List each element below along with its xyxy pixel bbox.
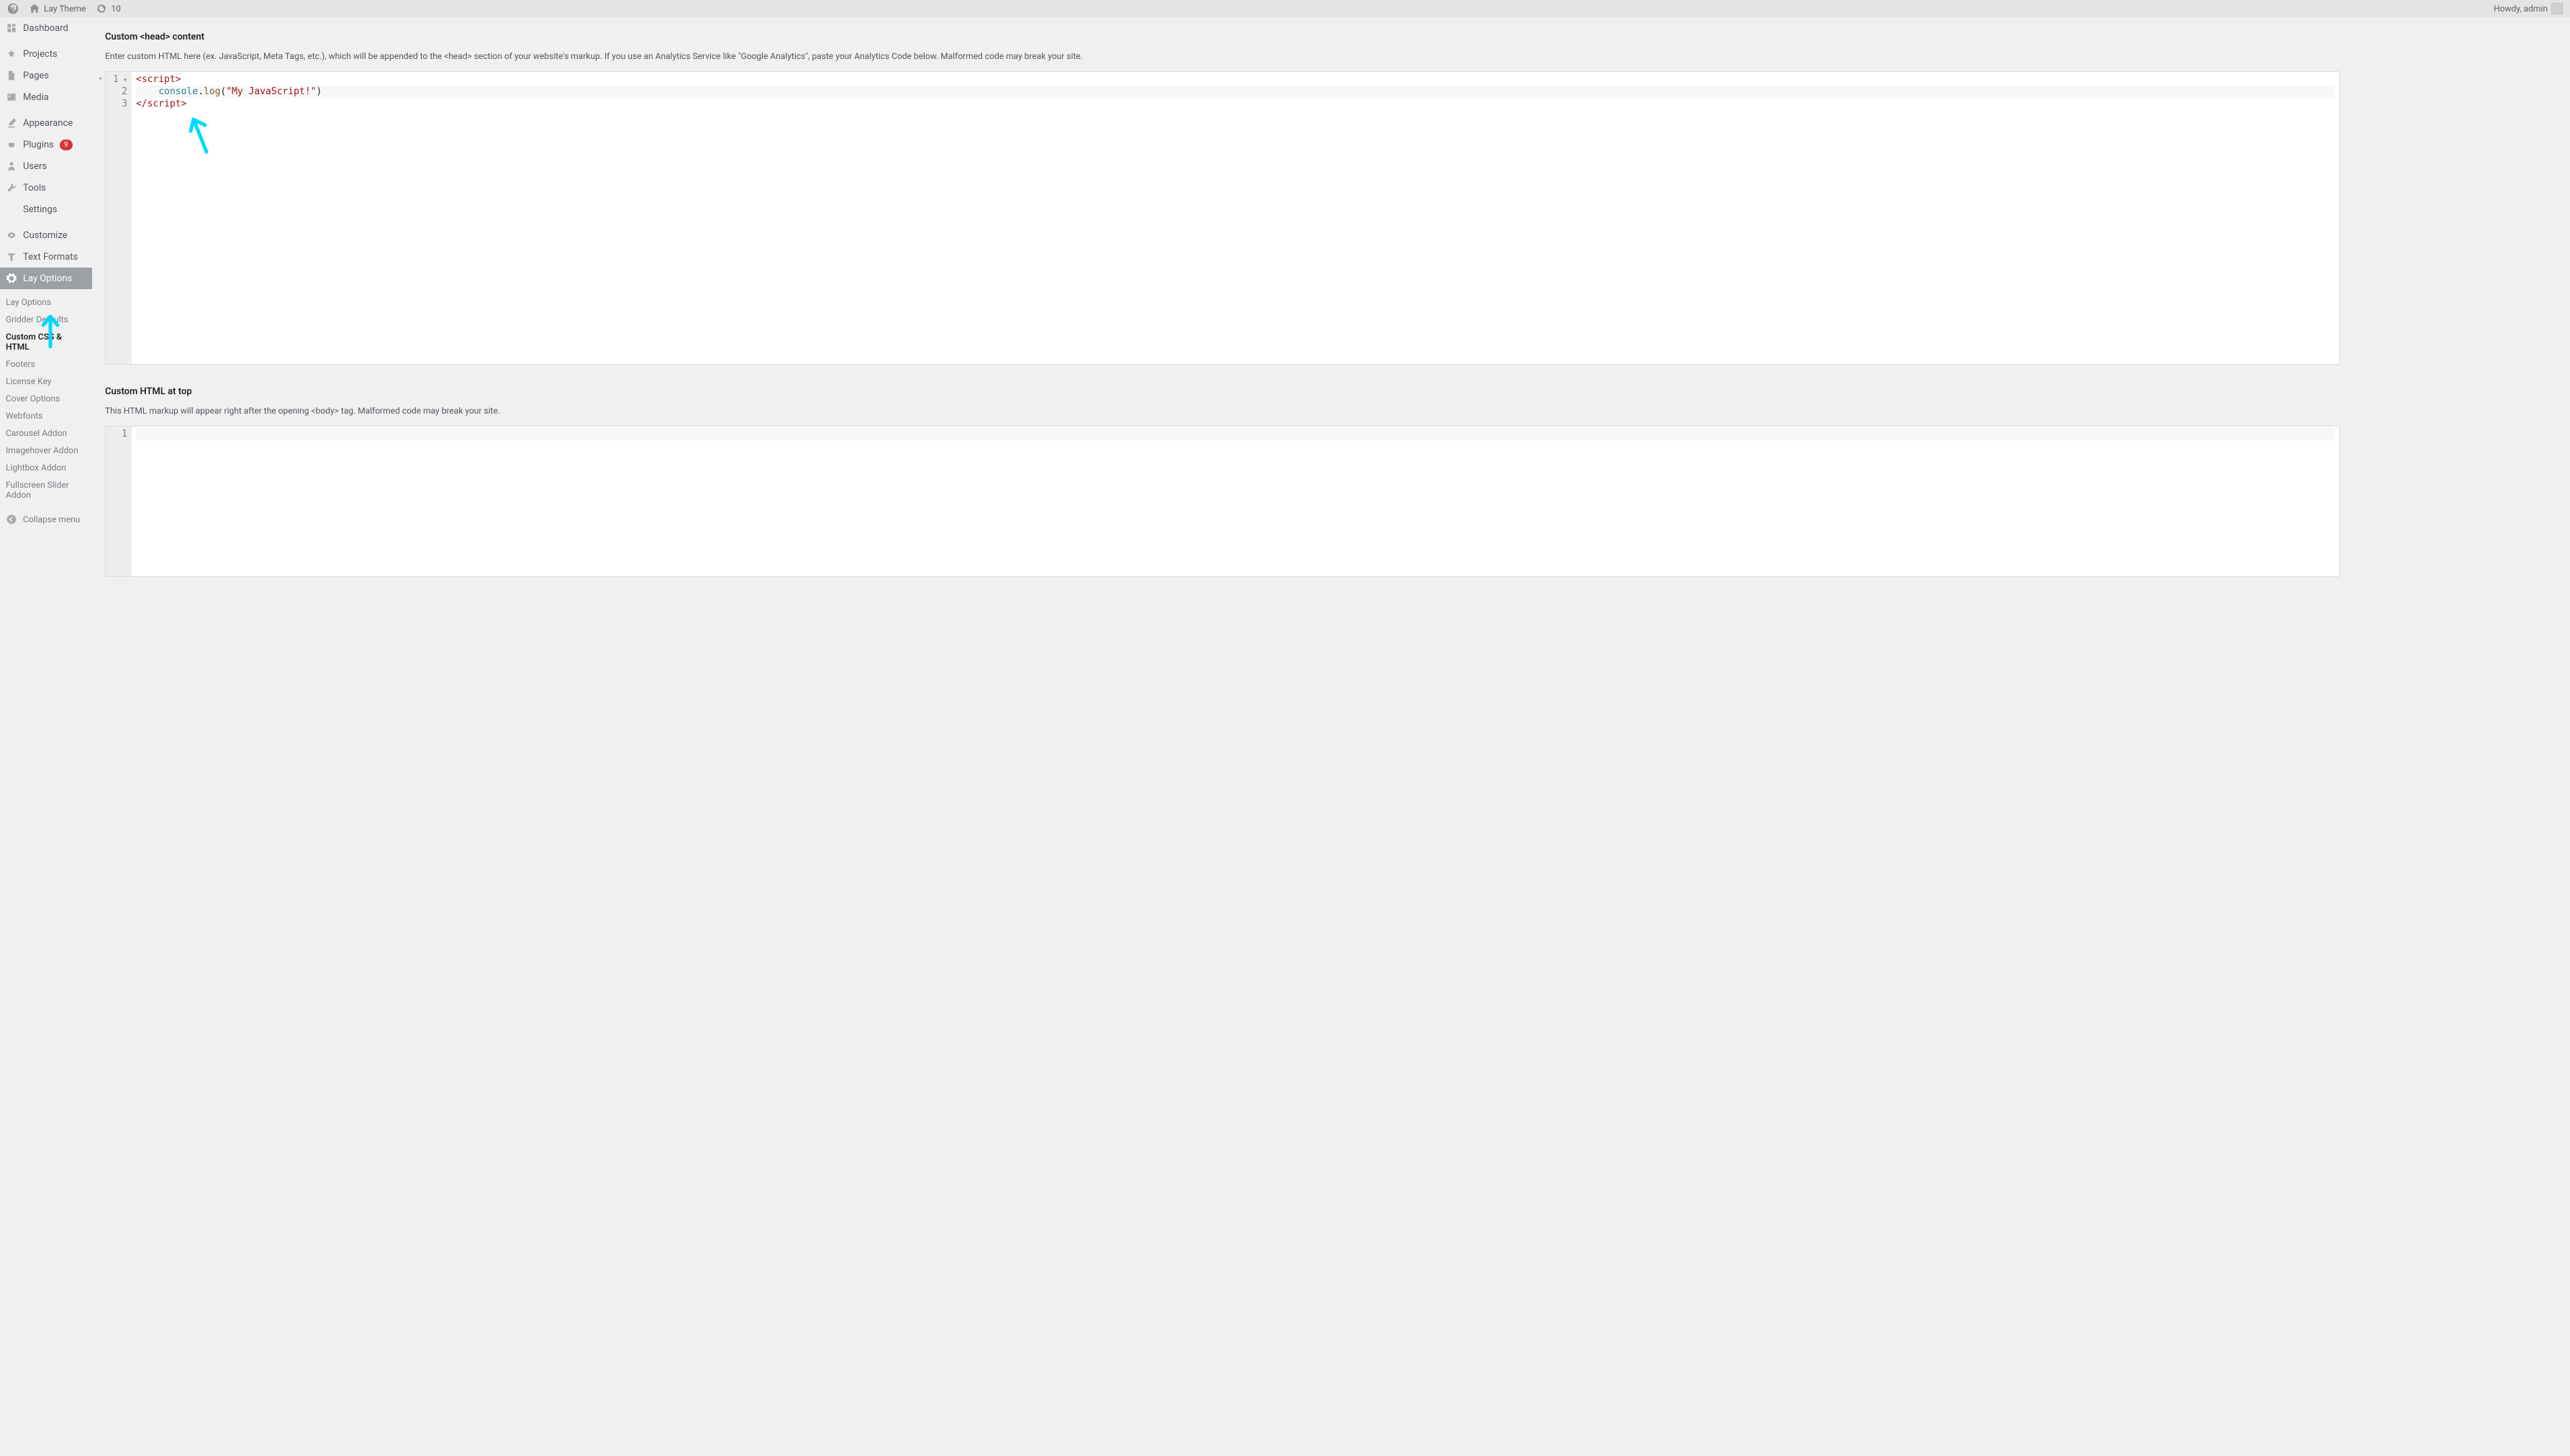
sidebar-item-label: Pages (23, 70, 49, 81)
user-menu[interactable]: Howdy, admin (2494, 3, 2563, 14)
sidebar-item-customize[interactable]: Customize (0, 224, 92, 246)
submenu-item[interactable]: Imagehover Addon (0, 442, 92, 459)
admin-sidebar: Dashboard Projects Pages Media Appearance Plu… (0, 17, 92, 1456)
eye-icon (6, 229, 17, 241)
sidebar-item-settings[interactable]: Settings (0, 199, 92, 220)
collapse-icon (6, 514, 17, 525)
pages-icon (6, 70, 17, 81)
refresh-icon (96, 3, 107, 14)
sidebar-item-label: Users (23, 161, 47, 172)
annotation-arrow-editor (185, 112, 217, 158)
collapse-menu-button[interactable]: Collapse menu (0, 508, 92, 531)
editor-gutter: ▾1 ▾ 2 3 (106, 72, 132, 364)
section-custom-head: Custom <head> content Enter custom HTML … (105, 32, 2340, 365)
sidebar-item-plugins[interactable]: Plugins 9 (0, 134, 92, 155)
sidebar-item-tools[interactable]: Tools (0, 177, 92, 199)
sidebar-item-users[interactable]: Users (0, 155, 92, 177)
submenu-item[interactable]: Fullscreen Slider Addon (0, 476, 92, 504)
section-description: Enter custom HTML here (ex. JavaScript, … (105, 50, 2340, 63)
sidebar-item-label: Lay Options (23, 273, 72, 284)
wordpress-icon (7, 3, 19, 14)
media-icon (6, 91, 17, 103)
avatar (2551, 3, 2563, 14)
submenu-item[interactable]: License Key (0, 373, 92, 390)
submenu-item[interactable]: Lay Options (0, 294, 92, 311)
sidebar-item-label: Settings (23, 204, 57, 215)
fold-icon[interactable]: ▾ (99, 73, 102, 86)
submenu-item[interactable]: Custom CSS & HTML (0, 328, 92, 355)
section-title: Custom HTML at top (105, 386, 2340, 397)
sidebar-item-label: Projects (23, 49, 58, 60)
sidebar-item-label: Plugins (23, 140, 54, 150)
collapse-label: Collapse menu (23, 514, 80, 524)
submenu-item[interactable]: Footers (0, 355, 92, 373)
wp-logo-link[interactable] (7, 3, 19, 14)
sidebar-item-label: Media (23, 92, 49, 103)
howdy-text: Howdy, admin (2494, 4, 2548, 14)
section-custom-html-top: Custom HTML at top This HTML markup will… (105, 386, 2340, 577)
site-home-link[interactable]: Lay Theme (29, 3, 86, 14)
submenu-item[interactable]: Carousel Addon (0, 424, 92, 442)
dashboard-icon (6, 22, 17, 34)
submenu-item[interactable]: Gridder Defaults (0, 311, 92, 328)
update-badge: 9 (60, 140, 73, 150)
sidebar-item-label: Customize (23, 230, 68, 241)
submenu-item[interactable]: Cover Options (0, 390, 92, 407)
updates-link[interactable]: 10 (96, 3, 121, 14)
sidebar-item-media[interactable]: Media (0, 86, 92, 108)
sidebar-item-label: Appearance (23, 118, 73, 129)
editor-code[interactable]: <script> console.log("My JavaScript!") <… (132, 72, 2339, 112)
submenu-item[interactable]: Webfonts (0, 407, 92, 424)
brush-icon (6, 117, 17, 129)
sidebar-item-dashboard[interactable]: Dashboard (0, 17, 92, 39)
content-area: Custom <head> content Enter custom HTML … (92, 17, 2570, 1456)
site-name: Lay Theme (44, 4, 86, 14)
submenu-item[interactable]: Lightbox Addon (0, 459, 92, 476)
sidebar-item-label: Text Formats (23, 252, 78, 263)
sidebar-item-layoptions[interactable]: Lay Options (0, 268, 92, 289)
section-description: This HTML markup will appear right after… (105, 404, 2340, 417)
pin-icon (6, 48, 17, 60)
editor-code[interactable] (132, 427, 2339, 442)
sidebar-item-pages[interactable]: Pages (0, 65, 92, 86)
section-title: Custom <head> content (105, 32, 2340, 42)
admin-bar: Lay Theme 10 Howdy, admin (0, 0, 2570, 17)
code-editor-top[interactable]: 1 (105, 426, 2340, 577)
plug-icon (6, 139, 17, 150)
updates-count: 10 (111, 4, 121, 14)
code-editor-head[interactable]: ▾1 ▾ 2 3 <script> console.log("My JavaSc… (105, 71, 2340, 365)
sidebar-item-label: Tools (23, 183, 46, 194)
sidebar-item-projects[interactable]: Projects (0, 43, 92, 65)
text-icon (6, 251, 17, 263)
sliders-icon (6, 204, 17, 215)
gear-icon (6, 273, 17, 284)
sidebar-item-appearance[interactable]: Appearance (0, 112, 92, 134)
user-icon (6, 160, 17, 172)
home-icon (29, 3, 40, 14)
sidebar-item-textfmt[interactable]: Text Formats (0, 246, 92, 268)
wrench-icon (6, 182, 17, 194)
editor-gutter: 1 (106, 427, 132, 576)
sidebar-item-label: Dashboard (23, 23, 68, 34)
